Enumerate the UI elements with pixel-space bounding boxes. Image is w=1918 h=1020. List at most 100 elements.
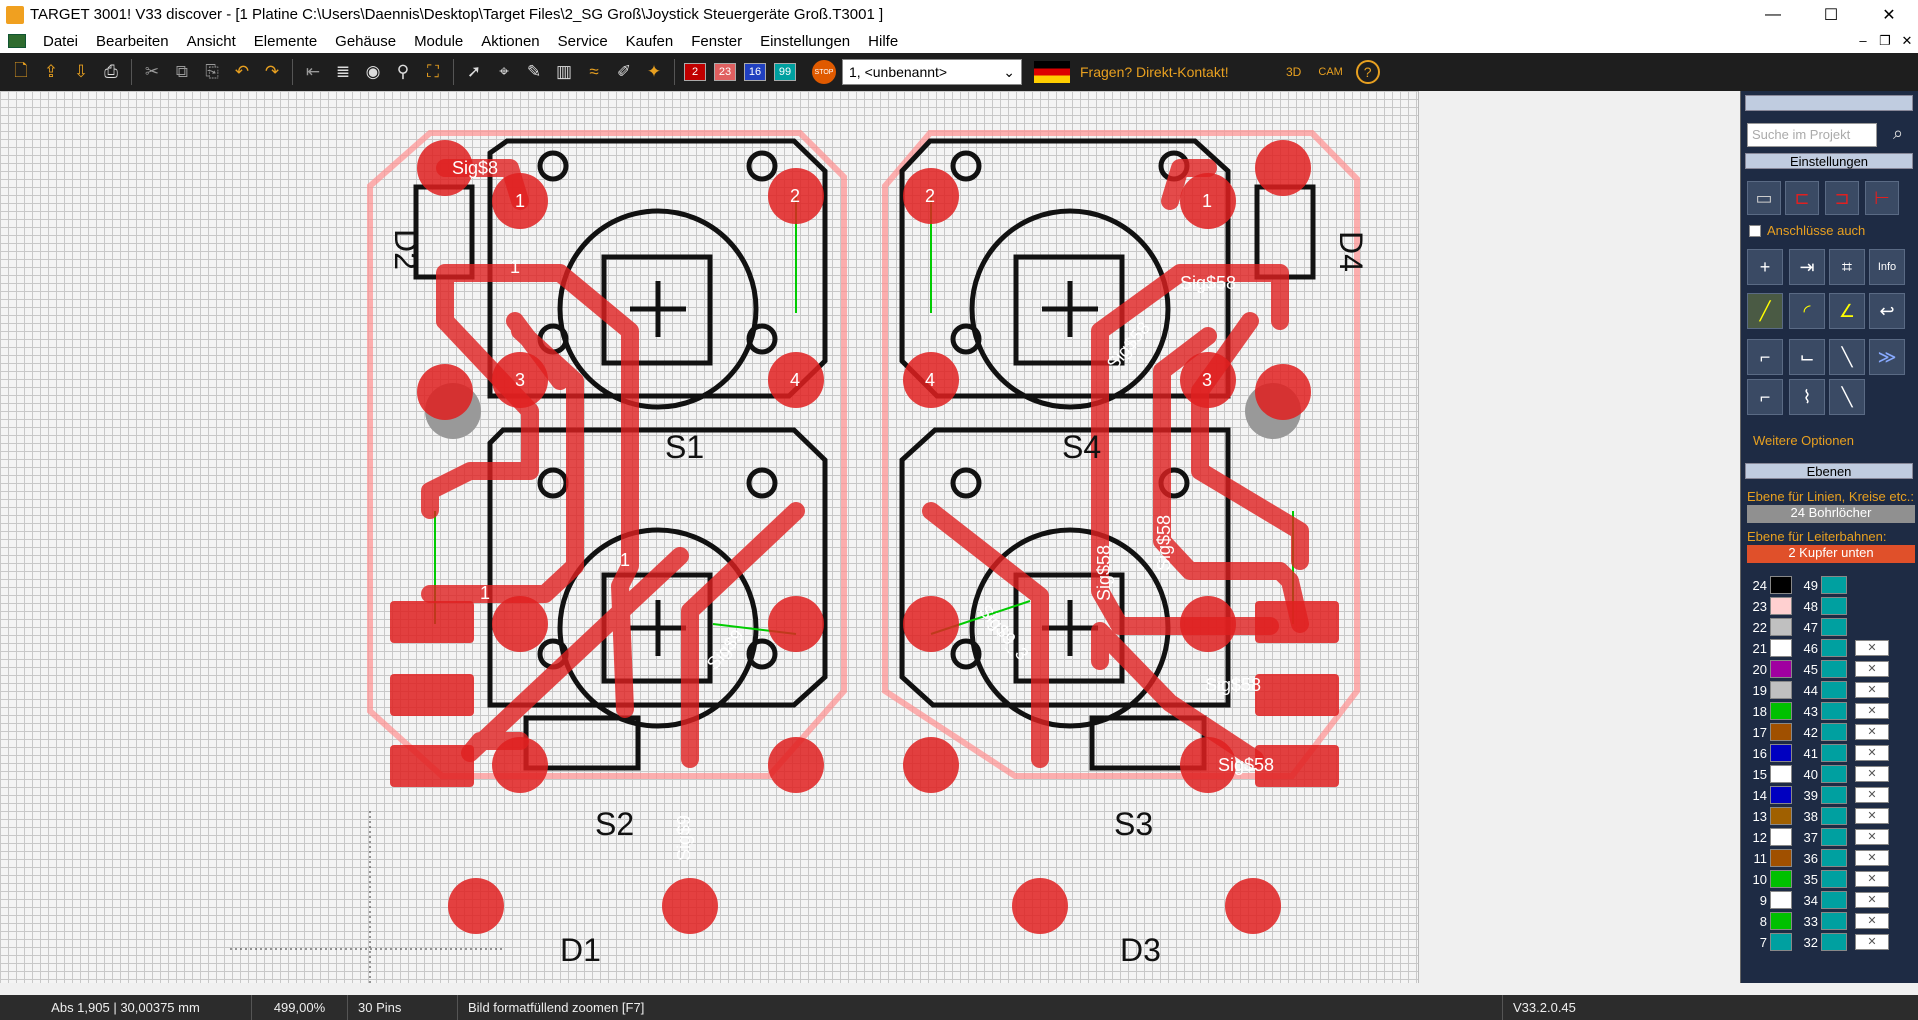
layer-visibility-toggle[interactable]: ✕ bbox=[1855, 808, 1889, 824]
layer-visibility-toggle[interactable]: ✕ bbox=[1855, 703, 1889, 719]
menu-bearbeiten[interactable]: Bearbeiten bbox=[87, 33, 178, 50]
exit-icon[interactable]: ⇤ bbox=[301, 60, 325, 84]
stop-icon[interactable]: STOP bbox=[812, 60, 836, 84]
line-mode-icon[interactable]: ⌇ bbox=[1789, 379, 1825, 415]
draw-line-icon[interactable]: ╱ bbox=[1747, 293, 1783, 329]
layer-visibility-toggle[interactable]: ✕ bbox=[1855, 766, 1889, 782]
pcb-canvas[interactable]: S1 S4 S2 S3 D2 D4 D1 D3 1 2 3 4 2 1 4 3 … bbox=[0, 91, 1418, 983]
pcb-drawing[interactable]: S1 S4 S2 S3 D2 D4 D1 D3 1 2 3 4 2 1 4 3 … bbox=[0, 91, 1418, 983]
redo-icon[interactable]: ↷ bbox=[260, 60, 284, 84]
layer-color-swatch[interactable] bbox=[1821, 765, 1847, 783]
maximize-button[interactable]: ☐ bbox=[1802, 0, 1860, 29]
new-file-icon[interactable]: 🗋 bbox=[9, 60, 33, 84]
layer-color-swatch[interactable] bbox=[1770, 828, 1792, 846]
layer-color-swatch[interactable] bbox=[1770, 681, 1792, 699]
layer-row[interactable]: 18 43 ✕ bbox=[1745, 701, 1889, 721]
layer-color-swatch[interactable] bbox=[1770, 912, 1792, 930]
einstellungen-header[interactable]: Einstellungen bbox=[1745, 153, 1913, 169]
layer-color-swatch[interactable] bbox=[1770, 702, 1792, 720]
layer-visibility-toggle[interactable]: ✕ bbox=[1855, 745, 1889, 761]
layer-color-swatch[interactable] bbox=[1821, 702, 1847, 720]
layer-badge-99[interactable]: 99 bbox=[774, 63, 796, 81]
layer-color-swatch[interactable] bbox=[1821, 786, 1847, 804]
layer-row[interactable]: 11 36 ✕ bbox=[1745, 848, 1889, 868]
layer-color-swatch[interactable] bbox=[1821, 828, 1847, 846]
minimize-button[interactable]: — bbox=[1744, 0, 1802, 29]
open-icon[interactable]: ⇪ bbox=[39, 60, 63, 84]
layer-color-swatch[interactable] bbox=[1821, 618, 1847, 636]
import-icon[interactable]: ⇩ bbox=[69, 60, 93, 84]
add-icon[interactable]: + bbox=[1747, 249, 1783, 285]
layer-color-swatch[interactable] bbox=[1770, 933, 1792, 951]
layer-visibility-toggle[interactable]: ✕ bbox=[1855, 934, 1889, 950]
layer-row[interactable]: 9 34 ✕ bbox=[1745, 890, 1889, 910]
menu-gehaeuse[interactable]: Gehäuse bbox=[326, 33, 405, 50]
layer-row[interactable]: 14 39 ✕ bbox=[1745, 785, 1889, 805]
cam-button[interactable]: CAM bbox=[1318, 60, 1342, 84]
view-icon[interactable]: ◉ bbox=[361, 60, 385, 84]
layer-color-swatch[interactable] bbox=[1770, 576, 1792, 594]
tools-icon[interactable]: ✎ bbox=[522, 60, 546, 84]
layer-row[interactable]: 7 32 ✕ bbox=[1745, 932, 1889, 952]
line-mode-icon[interactable]: ╲ bbox=[1829, 339, 1865, 375]
layer-badge-2[interactable]: 2 bbox=[684, 63, 706, 81]
pen-icon[interactable]: ✐ bbox=[612, 60, 636, 84]
layer-color-swatch[interactable] bbox=[1770, 723, 1792, 741]
horizontal-scrollbar[interactable] bbox=[0, 983, 1740, 995]
layer-color-swatch[interactable] bbox=[1821, 849, 1847, 867]
select-tool-icon[interactable]: ⊐ bbox=[1825, 181, 1859, 215]
layer-row[interactable]: 19 44 ✕ bbox=[1745, 680, 1889, 700]
layer-color-swatch[interactable] bbox=[1821, 912, 1847, 930]
layer-row[interactable]: 13 38 ✕ bbox=[1745, 806, 1889, 826]
layer-color-swatch[interactable] bbox=[1770, 660, 1792, 678]
select-tool-icon[interactable]: ▭ bbox=[1747, 181, 1781, 215]
binoculars-icon[interactable]: ⌕ bbox=[1885, 123, 1911, 147]
draw-arc-icon[interactable]: ◜ bbox=[1789, 293, 1825, 329]
layer-visibility-toggle[interactable]: ✕ bbox=[1855, 913, 1889, 929]
layer-color-swatch[interactable] bbox=[1770, 891, 1792, 909]
copy-icon[interactable]: ⧉ bbox=[170, 60, 194, 84]
draw-curve-icon[interactable]: ∠ bbox=[1829, 293, 1865, 329]
zoom-icon[interactable]: ⚲ bbox=[391, 60, 415, 84]
mdi-close-button[interactable]: ✕ bbox=[1896, 33, 1918, 49]
cut-icon[interactable]: ✂ bbox=[140, 60, 164, 84]
help-button[interactable]: ? bbox=[1355, 60, 1380, 84]
layer-badge-16[interactable]: 16 bbox=[744, 63, 766, 81]
layer-row[interactable]: 17 42 ✕ bbox=[1745, 722, 1889, 742]
layer-color-swatch[interactable] bbox=[1770, 597, 1792, 615]
mdi-restore-button[interactable]: ❐ bbox=[1874, 33, 1896, 49]
select-tool-icon[interactable]: ⊏ bbox=[1785, 181, 1819, 215]
group-icon[interactable]: ⌗ bbox=[1829, 249, 1865, 285]
print-icon[interactable]: ⎙ bbox=[99, 60, 123, 84]
layer-color-swatch[interactable] bbox=[1770, 849, 1792, 867]
layer-row[interactable]: 16 41 ✕ bbox=[1745, 743, 1889, 763]
layer-color-swatch[interactable] bbox=[1770, 618, 1792, 636]
layer-color-swatch[interactable] bbox=[1821, 639, 1847, 657]
layer-color-swatch[interactable] bbox=[1770, 765, 1792, 783]
layer-color-swatch[interactable] bbox=[1770, 870, 1792, 888]
menu-ansicht[interactable]: Ansicht bbox=[178, 33, 245, 50]
layer-visibility-toggle[interactable]: ✕ bbox=[1855, 682, 1889, 698]
zoom-fit-icon[interactable]: ⛶ bbox=[421, 60, 445, 84]
undo-icon[interactable]: ↶ bbox=[230, 60, 254, 84]
paste-icon[interactable]: ⎘ bbox=[200, 60, 224, 84]
component-icon[interactable]: ▥ bbox=[552, 60, 576, 84]
layer-visibility-toggle[interactable]: ✕ bbox=[1855, 787, 1889, 803]
route-icon[interactable]: ↩ bbox=[1869, 293, 1905, 329]
mdi-minimize-button[interactable]: – bbox=[1852, 33, 1874, 49]
select-tool-icon[interactable]: ⊢ bbox=[1865, 181, 1899, 215]
menu-einstellungen[interactable]: Einstellungen bbox=[751, 33, 859, 50]
layer-color-swatch[interactable] bbox=[1821, 660, 1847, 678]
layer-row[interactable]: 10 35 ✕ bbox=[1745, 869, 1889, 889]
layer-combo[interactable]: 1, <unbenannt> ⌄ bbox=[842, 59, 1022, 85]
move-icon[interactable]: ⇥ bbox=[1789, 249, 1825, 285]
layer-color-swatch[interactable] bbox=[1821, 933, 1847, 951]
anschluesse-checkbox[interactable] bbox=[1749, 225, 1761, 237]
ebene-leiter-select[interactable]: 2 Kupfer unten bbox=[1747, 545, 1915, 563]
line-mode-icon[interactable]: ⌙ bbox=[1789, 339, 1825, 375]
magic-icon[interactable]: ✦ bbox=[642, 60, 666, 84]
contact-link[interactable]: Fragen? Direkt-Kontakt! bbox=[1080, 64, 1229, 80]
layer-row[interactable]: 21 46 ✕ bbox=[1745, 638, 1889, 658]
close-button[interactable]: ✕ bbox=[1860, 0, 1918, 29]
menu-fenster[interactable]: Fenster bbox=[682, 33, 751, 50]
